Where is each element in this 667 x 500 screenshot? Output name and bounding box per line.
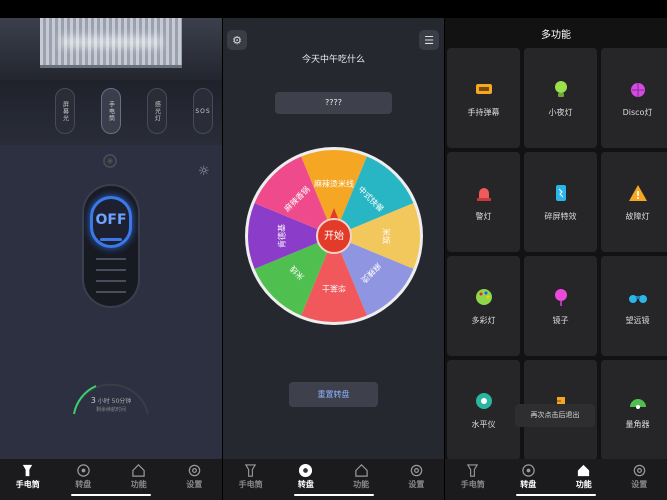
feature-label: 望远镜 xyxy=(625,315,650,325)
flashlight-tab-icon xyxy=(467,464,479,477)
feature-label: 多彩灯 xyxy=(471,315,496,325)
binoculars-icon xyxy=(628,287,648,307)
switch-indicator xyxy=(100,238,122,241)
wheel-result: ???? xyxy=(275,92,392,114)
switch-label: OFF xyxy=(95,212,127,228)
feature-label: 小夜灯 xyxy=(548,107,573,117)
mode-screen-light[interactable]: 屏幕光 xyxy=(55,88,75,134)
exit-toast: 再次点击后退出 xyxy=(515,404,595,427)
tab-settings[interactable]: 设置 xyxy=(612,459,667,500)
feature-tile[interactable]: 故障灯 xyxy=(601,152,667,252)
feature-tile[interactable]: 镜子 xyxy=(524,256,597,356)
page-title: 多功能 xyxy=(541,30,571,41)
feature-tile[interactable]: 多彩灯 xyxy=(447,256,520,356)
feature-label: 镜子 xyxy=(552,315,569,325)
feature-label: 水平仪 xyxy=(471,419,496,429)
broken-screen-icon xyxy=(551,183,571,203)
feature-label: 量角器 xyxy=(625,419,650,429)
home-indicator xyxy=(293,494,374,496)
wheel-question: 今天中午吃什么 xyxy=(301,55,365,65)
feature-tile[interactable]: 手持弹幕 xyxy=(447,48,520,148)
switch-grip xyxy=(96,258,126,302)
feature-label: 碎屏特效 xyxy=(544,211,577,221)
bulb-icon xyxy=(551,79,571,99)
feature-tile[interactable]: 小夜灯 xyxy=(524,48,597,148)
warning-icon xyxy=(628,183,648,203)
feature-tile[interactable]: 水平仪 xyxy=(447,360,520,460)
mode-flashlight[interactable]: 手电筒 xyxy=(101,88,121,134)
list-edit-icon[interactable]: ☰ xyxy=(419,30,439,50)
flashlight-screen: 屏幕光 手电筒 感光灯 SOS ☼ OFF 3 小时 50分钟 剩余续航时间 手… xyxy=(0,18,222,500)
wheel-tab-icon xyxy=(77,464,90,477)
feature-grid: 手持弹幕 小夜灯 Disco灯警灯 碎屏特效 故障灯多彩灯 镜子 望远镜水平仪 量角器 xyxy=(447,48,667,460)
multifunction-screen: 多功能 手持弹幕 小夜灯 Disco灯警灯 碎屏特效 故障灯多彩灯 镜子 望远镜水平仪 量角器… xyxy=(445,18,667,500)
brightness-settings-icon[interactable]: ☼ xyxy=(198,164,210,179)
feature-tile[interactable]: 警灯 xyxy=(447,152,520,252)
wheel-tab-icon xyxy=(299,463,313,478)
home-indicator xyxy=(71,494,151,496)
feature-label: 故障灯 xyxy=(625,211,650,221)
tab-flashlight[interactable]: 手电筒 xyxy=(0,459,56,500)
flashlight-head xyxy=(0,18,222,80)
tab-bar: 手电筒 转盘 功能 设置 xyxy=(445,459,667,500)
feature-tile[interactable]: 碎屏特效 xyxy=(524,152,597,252)
home-tab-icon xyxy=(132,464,145,477)
flashlight-lens-glass xyxy=(40,18,182,68)
tab-bar: 手电筒 转盘 功能 设置 xyxy=(223,459,444,500)
camera-lens-icon xyxy=(103,154,117,168)
home-indicator xyxy=(516,494,596,496)
spin-wheel[interactable]: 麻辣烫米线中式快餐米饭麻辣烫华莱士米线肯德基麻辣香锅开始 xyxy=(245,147,423,325)
wheel-tab-icon xyxy=(522,464,535,477)
feature-label: 手持弹幕 xyxy=(467,107,500,117)
feature-tile[interactable]: 望远镜 xyxy=(601,256,667,356)
feature-tile[interactable]: Disco灯 xyxy=(601,48,667,148)
battery-timer: 3 小时 50分钟 剩余续航时间 xyxy=(66,374,156,430)
reset-wheel-button[interactable]: 重置转盘 xyxy=(289,382,378,407)
feature-label: Disco灯 xyxy=(622,107,653,117)
wheel-settings-icon[interactable]: ⚙ xyxy=(227,30,247,50)
gear-tab-icon xyxy=(188,464,201,477)
flashlight-tab-icon xyxy=(23,464,33,477)
wheel-segment-label: 麻辣烫米线 xyxy=(314,179,354,189)
feature-label: 警灯 xyxy=(475,211,492,221)
battery-time-caption: 剩余续航时间 xyxy=(95,407,126,413)
home-tab-icon xyxy=(578,464,590,477)
battery-time: 3 小时 50分钟 xyxy=(90,396,132,405)
tab-settings[interactable]: 设置 xyxy=(389,459,444,500)
feature-tile[interactable]: 量角器 xyxy=(601,360,667,460)
palette-icon xyxy=(474,287,494,307)
gear-tab-icon xyxy=(633,464,646,477)
wheel-screen: ⚙ ☰ 今天中午吃什么 ???? 麻辣烫米线 中式快餐 米饭 麻辣烫 华莱士 米线 肯德基麻… xyxy=(223,18,444,500)
gear-tab-icon xyxy=(410,464,423,477)
home-tab-icon xyxy=(354,464,368,477)
wheel-segment-label: 米饭 xyxy=(382,228,392,244)
tab-bar: 手电筒 转盘 功能 设置 xyxy=(0,459,222,500)
tab-flashlight[interactable]: 手电筒 xyxy=(445,459,501,500)
mode-sensor-light[interactable]: 感光灯 xyxy=(147,88,167,134)
flashlight-tab-icon xyxy=(244,464,257,477)
tab-settings[interactable]: 设置 xyxy=(167,459,223,500)
disco-icon xyxy=(628,79,648,99)
wheel-segment-label: 肯德基 xyxy=(277,224,287,248)
protractor-icon xyxy=(628,391,648,411)
level-icon xyxy=(474,391,494,411)
power-switch[interactable]: OFF xyxy=(82,184,140,308)
start-button-label: 开始 xyxy=(324,229,344,242)
banner-icon xyxy=(474,79,494,99)
siren-icon xyxy=(474,183,494,203)
wheel-segment-label: 华莱士 xyxy=(322,284,346,294)
tab-flashlight[interactable]: 手电筒 xyxy=(223,459,278,500)
mode-sos[interactable]: SOS xyxy=(193,88,213,134)
mirror-icon xyxy=(551,287,571,307)
